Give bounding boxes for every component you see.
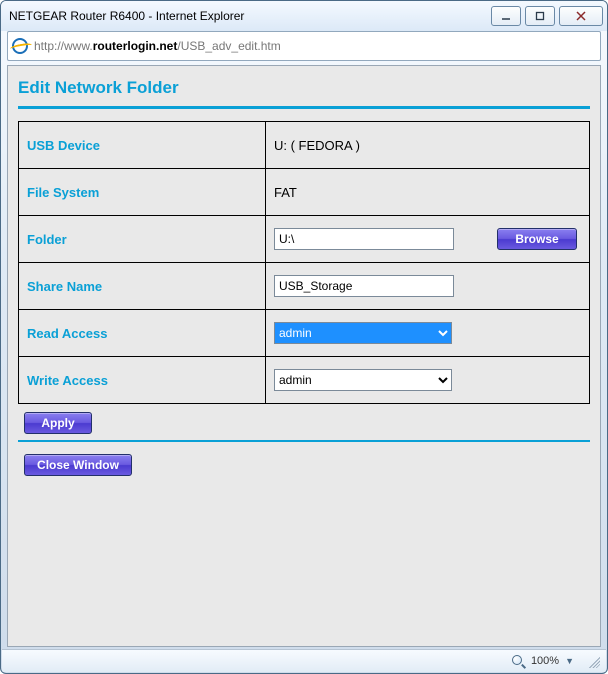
- close-window-button[interactable]: Close Window: [24, 454, 132, 476]
- url-prefix: http://www.: [34, 39, 93, 53]
- close-button[interactable]: [559, 6, 603, 26]
- minimize-button[interactable]: [491, 6, 521, 26]
- value-file-system: FAT: [266, 169, 590, 216]
- row-read-access: Read Access admin: [19, 310, 590, 357]
- maximize-button[interactable]: [525, 6, 555, 26]
- url-display: http://www.routerlogin.net/USB_adv_edit.…: [34, 39, 281, 53]
- magnifier-icon[interactable]: [511, 654, 525, 668]
- row-share-name: Share Name: [19, 263, 590, 310]
- row-folder: Folder Browse: [19, 216, 590, 263]
- chevron-down-icon[interactable]: ▼: [565, 656, 574, 666]
- label-folder: Folder: [19, 216, 266, 263]
- divider: [18, 106, 590, 109]
- folder-input[interactable]: [274, 228, 454, 250]
- resize-grip[interactable]: [586, 654, 600, 668]
- label-file-system: File System: [19, 169, 266, 216]
- row-usb-device: USB Device U: ( FEDORA ): [19, 122, 590, 169]
- apply-row: Apply: [18, 404, 590, 434]
- label-read-access: Read Access: [19, 310, 266, 357]
- read-access-select[interactable]: admin: [274, 322, 452, 344]
- folder-controls: Browse: [274, 228, 581, 250]
- write-access-select[interactable]: admin: [274, 369, 452, 391]
- window-title: NETGEAR Router R6400 - Internet Explorer: [9, 9, 244, 23]
- address-bar[interactable]: http://www.routerlogin.net/USB_adv_edit.…: [7, 31, 601, 61]
- url-path: /USB_adv_edit.htm: [177, 39, 280, 53]
- url-host: routerlogin.net: [93, 39, 178, 53]
- page-body: Edit Network Folder USB Device U: ( FEDO…: [7, 65, 601, 647]
- zoom-level: 100%: [531, 655, 559, 667]
- browser-window: NETGEAR Router R6400 - Internet Explorer…: [0, 0, 608, 674]
- browse-button[interactable]: Browse: [497, 228, 577, 250]
- share-name-input[interactable]: [274, 275, 454, 297]
- status-bar: 100% ▼: [2, 649, 606, 672]
- page-title: Edit Network Folder: [18, 76, 590, 106]
- row-write-access: Write Access admin: [19, 357, 590, 404]
- window-controls: [491, 6, 603, 26]
- divider: [18, 440, 590, 442]
- form-table: USB Device U: ( FEDORA ) File System FAT…: [18, 121, 590, 404]
- ie-icon: [12, 38, 28, 54]
- close-row: Close Window: [18, 454, 590, 476]
- apply-button[interactable]: Apply: [24, 412, 92, 434]
- label-write-access: Write Access: [19, 357, 266, 404]
- window-titlebar: NETGEAR Router R6400 - Internet Explorer: [1, 1, 607, 31]
- row-file-system: File System FAT: [19, 169, 590, 216]
- label-share-name: Share Name: [19, 263, 266, 310]
- label-usb-device: USB Device: [19, 122, 266, 169]
- value-usb-device: U: ( FEDORA ): [266, 122, 590, 169]
